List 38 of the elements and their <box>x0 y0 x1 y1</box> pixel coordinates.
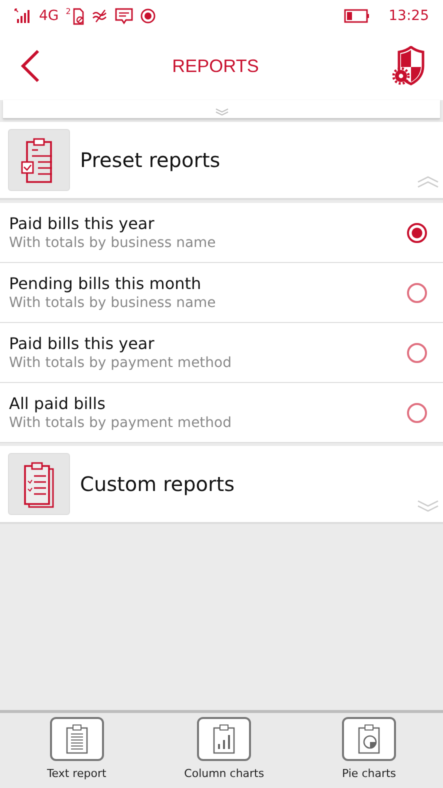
radio-button[interactable] <box>407 402 427 422</box>
clock: 13:25 <box>388 8 429 24</box>
radio-button[interactable] <box>407 342 427 362</box>
report-type-button[interactable]: Column charts <box>184 717 264 788</box>
clipboard-icon <box>8 453 70 515</box>
report-title: Paid bills this year <box>9 214 156 233</box>
report-option[interactable]: Pending bills this month With totals by business name <box>0 263 443 323</box>
report-option[interactable]: All paid bills With totals by payment method <box>0 383 443 443</box>
sim-slot-number: 2 <box>66 7 71 16</box>
clipboard-icon <box>8 129 70 191</box>
page-title: REPORTS <box>172 56 259 76</box>
section-header[interactable]: Custom reports <box>0 446 443 524</box>
expand-chevron-icon[interactable] <box>417 500 439 512</box>
radio-button[interactable] <box>407 222 427 242</box>
message-icon <box>114 8 133 24</box>
shield-gear-button[interactable] <box>391 46 427 86</box>
back-button[interactable] <box>20 49 40 83</box>
bar-chart-clipboard-icon <box>212 724 236 754</box>
collapse-chevron-icon[interactable] <box>417 176 439 188</box>
report-title: All paid bills <box>9 394 106 413</box>
report-subtitle: With totals by payment method <box>9 415 232 431</box>
section-header[interactable]: Preset reports <box>0 122 443 200</box>
report-option[interactable]: Paid bills this year With totals by business name <box>0 203 443 263</box>
pie-chart-clipboard-icon <box>357 724 381 754</box>
network-type: 4G <box>39 8 59 24</box>
report-option[interactable]: Paid bills this year With totals by payment method <box>0 323 443 383</box>
report-subtitle: With totals by business name <box>9 235 216 251</box>
signal-icon <box>14 8 32 24</box>
wave-icon <box>92 9 108 23</box>
battery-icon <box>344 9 370 23</box>
report-title: Paid bills this year <box>9 334 156 353</box>
sim-icon <box>72 8 85 24</box>
report-title: Pending bills this month <box>9 274 202 293</box>
report-subtitle: With totals by payment method <box>9 355 232 371</box>
record-icon <box>140 8 156 24</box>
radio-button[interactable] <box>407 282 427 302</box>
report-subtitle: With totals by business name <box>9 295 216 311</box>
text-clipboard-icon <box>64 724 89 754</box>
